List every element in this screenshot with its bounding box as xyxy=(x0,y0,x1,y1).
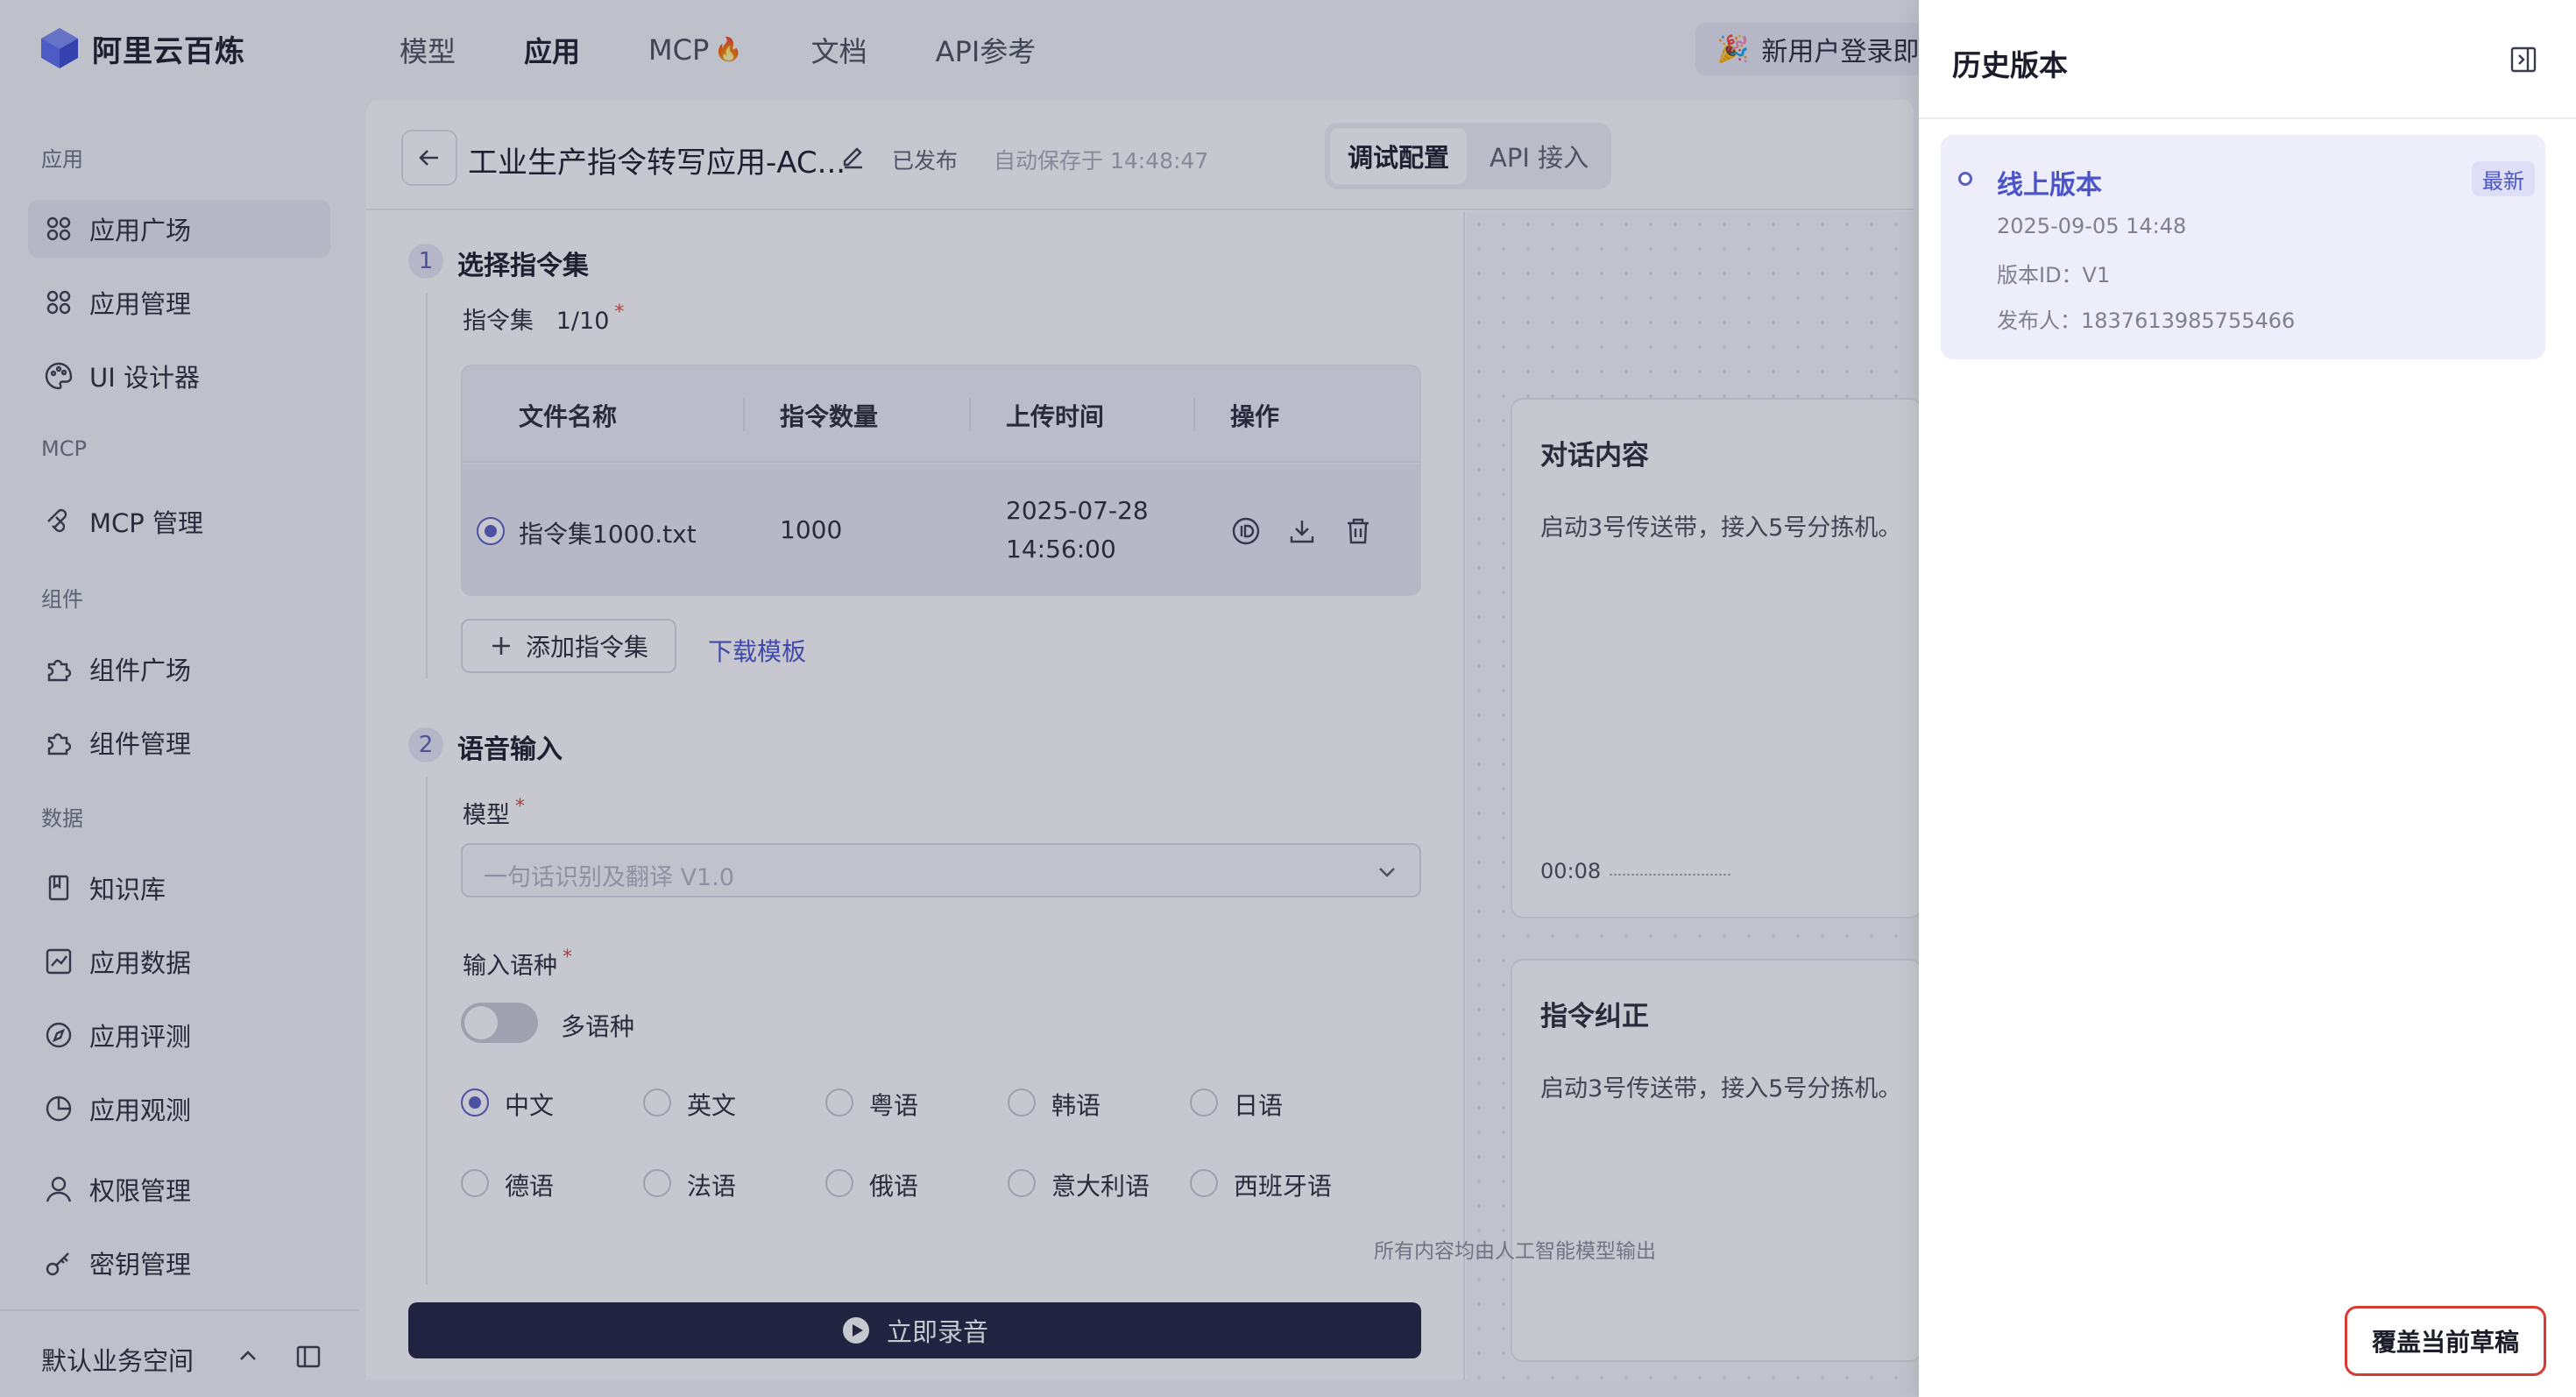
version-dot xyxy=(1958,172,1972,186)
app-root: 阿里云百炼 模型 应用 MCP 🔥 文档 API参考 🎉 新用户登录即享 应用 应… xyxy=(0,0,2576,1397)
version-date: 2025-09-05 14:48 xyxy=(1997,214,2187,238)
version-publisher: 发布人：1837613985755466 xyxy=(1997,308,2296,333)
panel-collapse-icon[interactable] xyxy=(2508,44,2539,75)
history-drawer: 历史版本 线上版本 最新 2025-09-05 14:48 版本ID：V1 发布… xyxy=(1919,0,2576,1397)
version-name: 线上版本 xyxy=(1997,170,2102,201)
drawer-header: 历史版本 xyxy=(1919,0,2576,119)
modal-overlay[interactable] xyxy=(0,0,1919,1397)
overwrite-draft-label: 覆盖当前草稿 xyxy=(2371,1328,2519,1357)
version-item[interactable]: 线上版本 最新 2025-09-05 14:48 版本ID：V1 发布人：183… xyxy=(1941,135,2545,359)
latest-badge: 最新 xyxy=(2472,161,2535,196)
version-id: 版本ID：V1 xyxy=(1997,263,2111,287)
drawer-title: 历史版本 xyxy=(1952,48,2068,82)
overwrite-draft-button[interactable]: 覆盖当前草稿 xyxy=(2345,1306,2546,1376)
